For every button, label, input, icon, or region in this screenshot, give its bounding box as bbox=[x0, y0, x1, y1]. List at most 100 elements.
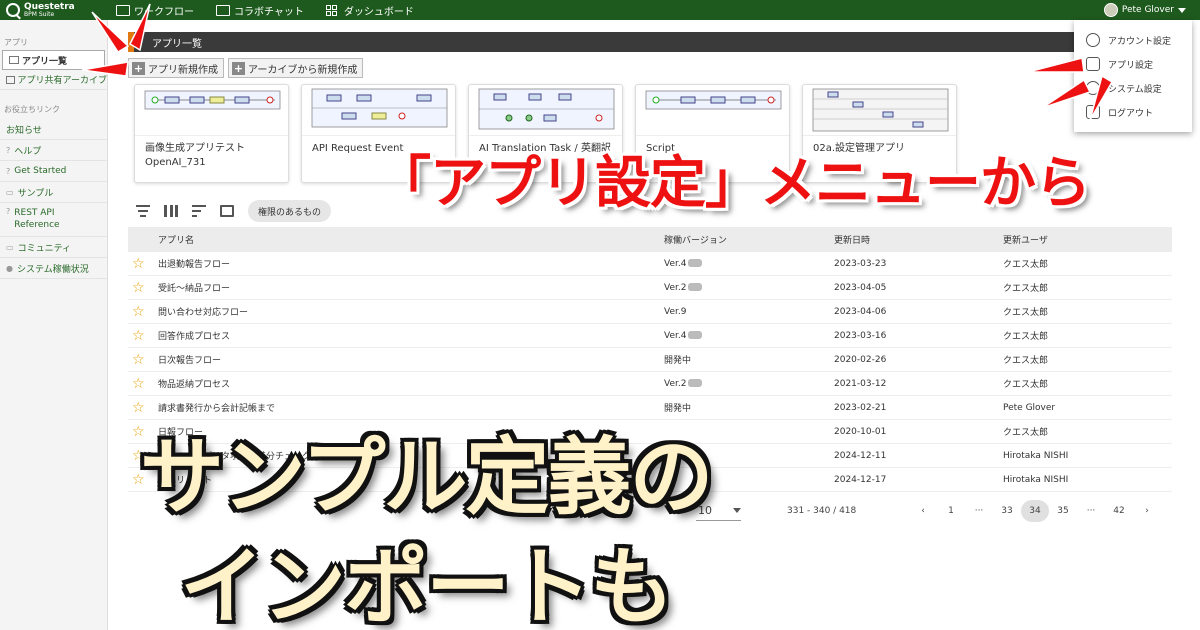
star-icon[interactable]: ☆ bbox=[128, 256, 158, 272]
column-header-version[interactable]: 稼働バージョン bbox=[664, 233, 834, 246]
link-get-started[interactable]: ? Get Started bbox=[0, 161, 107, 182]
save-icon[interactable] bbox=[220, 205, 234, 217]
process-diagram-thumbnail bbox=[144, 90, 281, 110]
table-row[interactable]: ☆ 物品返納プロセス Ver.2 2021-03-12 クエス太郎 bbox=[128, 372, 1172, 396]
link-rest-api[interactable]: ? REST API Reference bbox=[0, 203, 107, 237]
column-header-user[interactable]: 更新ユーザ bbox=[1003, 233, 1153, 246]
menu-app-settings[interactable]: アプリ設定 bbox=[1074, 52, 1192, 76]
avatar bbox=[1103, 3, 1118, 17]
link-news[interactable]: お知らせ bbox=[0, 119, 107, 140]
page-button[interactable]: 33 bbox=[993, 500, 1021, 522]
nav-dashboard[interactable]: ダッシュボード bbox=[325, 3, 414, 18]
star-icon[interactable]: ☆ bbox=[128, 352, 158, 368]
app-name-cell[interactable]: 問い合わせ対応フロー bbox=[158, 305, 664, 318]
permission-filter-chip[interactable]: 権限のあるもの bbox=[248, 200, 332, 222]
new-from-archive-button[interactable]: + アーカイブから新規作成 bbox=[228, 58, 364, 78]
menu-system-settings[interactable]: システム設定 bbox=[1074, 76, 1192, 100]
version-cell: Ver.2 bbox=[664, 283, 834, 293]
user-cell: クエス太郎 bbox=[1003, 260, 1049, 270]
star-icon[interactable]: ☆ bbox=[128, 304, 158, 320]
star-icon[interactable]: ☆ bbox=[128, 328, 158, 344]
sidebar-header: アプリ bbox=[4, 38, 28, 47]
table-row[interactable]: ☆ 出退勤報告フロー Ver.4 2023-03-23 クエス太郎 bbox=[128, 252, 1172, 276]
version-badge bbox=[688, 331, 703, 339]
page-button[interactable]: 35 bbox=[1049, 500, 1077, 522]
nav-workflow[interactable]: ワークフロー bbox=[116, 3, 194, 18]
page-button[interactable]: 34 bbox=[1021, 500, 1049, 522]
table-row[interactable]: ☆ 受託～納品フロー Ver.2 2023-04-05 クエス太郎 bbox=[128, 276, 1172, 300]
link-help[interactable]: ? ヘルプ bbox=[0, 140, 107, 161]
version-cell: Ver.9 bbox=[664, 306, 687, 317]
page-button[interactable]: 1 bbox=[937, 500, 965, 522]
date-cell: 2023-03-23 bbox=[834, 258, 887, 269]
chat-icon bbox=[216, 4, 230, 16]
date-cell: 2021-03-12 bbox=[834, 378, 887, 389]
version-cell: Ver.2 bbox=[664, 379, 834, 389]
recent-app-card[interactable]: 画像生成アプリテスト OpenAI_731 bbox=[134, 84, 289, 183]
sort-icon[interactable] bbox=[192, 205, 206, 217]
column-header-name[interactable]: アプリ名 bbox=[158, 233, 664, 246]
menu-logout[interactable]: ログアウト bbox=[1074, 100, 1192, 124]
pagination: 10 331 - 340 / 418 ‹ 1 ··· 33 34 35 ··· 42 › bbox=[696, 500, 1176, 522]
table-row[interactable]: ☆ 回答作成プロセス Ver.4 2023-03-16 クエス太郎 bbox=[128, 324, 1172, 348]
logo-icon bbox=[6, 3, 20, 17]
date-cell: 2023-04-06 bbox=[834, 306, 887, 317]
prev-page-button[interactable]: ‹ bbox=[909, 500, 937, 522]
card-name: 画像生成アプリテスト OpenAI_731 bbox=[135, 135, 288, 170]
archive-icon bbox=[6, 75, 15, 84]
column-header-date[interactable]: 更新日時 bbox=[834, 233, 1003, 246]
new-app-button[interactable]: + アプリ新規作成 bbox=[128, 58, 224, 78]
user-cell: Pete Glover bbox=[1003, 402, 1056, 413]
nav-collab-chat[interactable]: コラボチャット bbox=[216, 3, 304, 18]
app-name-cell[interactable]: 回答作成プロセス bbox=[158, 329, 664, 342]
app-name-cell[interactable]: 物品返納プロセス bbox=[158, 377, 664, 390]
date-cell: 2024-12-17 bbox=[834, 474, 887, 485]
version-badge bbox=[688, 379, 703, 387]
columns-icon[interactable] bbox=[164, 205, 178, 217]
gear-icon bbox=[1086, 81, 1100, 95]
user-cell: クエス太郎 bbox=[1003, 308, 1049, 318]
link-system-status[interactable]: ● システム稼働状況 bbox=[0, 258, 107, 279]
menu-account-settings[interactable]: アカウント設定 bbox=[1074, 28, 1192, 52]
user-cell: クエス太郎 bbox=[1003, 380, 1049, 390]
sidebar-item-app-list[interactable]: アプリ一覧 bbox=[2, 50, 105, 70]
page-button[interactable]: 42 bbox=[1105, 500, 1133, 522]
user-menu-toggle[interactable]: Pete Glover bbox=[1103, 0, 1186, 20]
star-icon[interactable]: ☆ bbox=[128, 376, 158, 392]
version-badge bbox=[688, 283, 703, 291]
user-dropdown-menu: アカウント設定 アプリ設定 システム設定 ログアウト bbox=[1074, 20, 1192, 132]
workflow-icon bbox=[116, 4, 130, 16]
overlay-line-1: サンプル定義の bbox=[140, 428, 713, 526]
date-cell: 2023-02-21 bbox=[834, 402, 887, 413]
app-name-cell[interactable]: 出退勤報告フロー bbox=[158, 257, 664, 270]
app-name-cell[interactable]: 日次報告フロー bbox=[158, 353, 664, 366]
star-icon[interactable]: ☆ bbox=[128, 280, 158, 296]
filter-icon[interactable] bbox=[136, 205, 150, 217]
plus-icon: + bbox=[132, 61, 145, 75]
version-cell: 開発中 bbox=[664, 356, 692, 366]
table-row[interactable]: ☆ 日次報告フロー 開発中 2020-02-26 クエス太郎 bbox=[128, 348, 1172, 372]
user-cell: クエス太郎 bbox=[1003, 332, 1049, 342]
user-name: Pete Glover bbox=[1121, 5, 1174, 15]
sidebar: アプリ アプリ一覧 アプリ共有アーカイブ お役立ちリンク お知らせ ? ヘルプ ?… bbox=[0, 20, 108, 630]
process-diagram-thumbnail bbox=[812, 88, 949, 132]
app-name-cell[interactable]: 受託～納品フロー bbox=[158, 281, 664, 294]
process-diagram-thumbnail bbox=[478, 88, 615, 130]
logo[interactable]: Questetra BPM Suite bbox=[6, 2, 116, 18]
top-bar: Questetra BPM Suite ワークフロー コラボチャット ダッシュボ… bbox=[0, 0, 1200, 20]
date-cell: 2020-10-01 bbox=[834, 426, 887, 437]
help-icon: ? bbox=[6, 166, 11, 176]
process-diagram-thumbnail bbox=[645, 90, 782, 110]
date-cell: 2020-02-26 bbox=[834, 354, 887, 365]
app-settings-icon bbox=[1086, 57, 1100, 71]
date-cell: 2024-12-11 bbox=[834, 450, 887, 461]
link-community[interactable]: ▭ コミュニティ bbox=[0, 237, 107, 258]
dashboard-icon bbox=[325, 4, 340, 16]
sidebar-item-app-archive[interactable]: アプリ共有アーカイブ bbox=[0, 70, 107, 90]
next-page-button[interactable]: › bbox=[1133, 500, 1161, 522]
table-row[interactable]: ☆ 問い合わせ対応フロー Ver.9 2023-04-06 クエス太郎 bbox=[128, 300, 1172, 324]
logo-subtitle: BPM Suite bbox=[24, 10, 55, 18]
list-icon bbox=[9, 56, 19, 64]
overlay-title-red: 「アプリ設定」メニューから bbox=[375, 151, 1091, 216]
link-samples[interactable]: ▭ サンプル bbox=[0, 182, 107, 203]
